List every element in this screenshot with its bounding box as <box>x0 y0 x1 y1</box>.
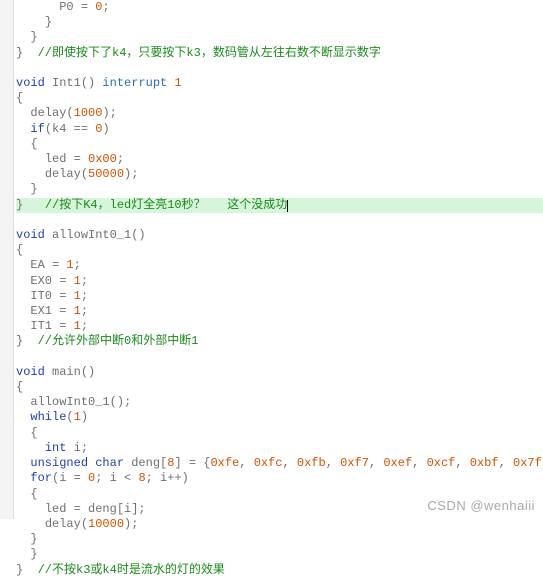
code-line <box>16 350 543 365</box>
code-line: EA = 1; <box>16 258 543 273</box>
code-line: delay(50000); <box>16 167 543 182</box>
code-line: delay(1000); <box>16 106 543 121</box>
code-line: P0 = 0; <box>16 0 543 15</box>
code-line: } //即使按下了k4，只要按下k3，数码管从左往右数不断显示数字 <box>16 46 543 61</box>
code-line: { <box>16 243 543 258</box>
code-line: } <box>16 532 543 547</box>
code-line: while(1) <box>16 410 543 425</box>
line-gutter <box>0 0 14 519</box>
code-line: led = 0x00; <box>16 152 543 167</box>
code-line: void main() <box>16 365 543 380</box>
code-line: { <box>16 426 543 441</box>
code-line: } //按下K4，led灯全亮10秒？ 这个没成功 <box>16 198 543 213</box>
code-line: unsigned char deng[8] = {0xfe, 0xfc, 0xf… <box>16 456 543 471</box>
code-line: } <box>16 182 543 197</box>
code-line: } //不按k3或k4时是流水的灯的效果 <box>16 563 543 578</box>
code-line: { <box>16 91 543 106</box>
code-line <box>16 61 543 76</box>
code-line: IT1 = 1; <box>16 319 543 334</box>
watermark: CSDN @wenhaiii <box>427 498 535 513</box>
code-line: } <box>16 547 543 562</box>
code-line: void allowInt0_1() <box>16 228 543 243</box>
code-line: EX1 = 1; <box>16 304 543 319</box>
code-line: for(i = 0; i < 8; i++) <box>16 471 543 486</box>
code-line: { <box>16 137 543 152</box>
code-line: } //允许外部中断0和外部中断1 <box>16 334 543 349</box>
code-line: IT0 = 1; <box>16 289 543 304</box>
code-line: delay(10000); <box>16 517 543 532</box>
code-line: { <box>16 380 543 395</box>
code-line: } <box>16 30 543 45</box>
code-line: allowInt0_1(); <box>16 395 543 410</box>
code-line: EX0 = 1; <box>16 274 543 289</box>
code-line: void Int1() interrupt 1 <box>16 76 543 91</box>
code-line: if(k4 == 0) <box>16 122 543 137</box>
code-line: } <box>16 15 543 30</box>
code-line: int i; <box>16 441 543 456</box>
code-area: P0 = 0; } }} //即使按下了k4，只要按下k3，数码管从左往右数不断… <box>14 0 543 578</box>
code-line <box>16 213 543 228</box>
